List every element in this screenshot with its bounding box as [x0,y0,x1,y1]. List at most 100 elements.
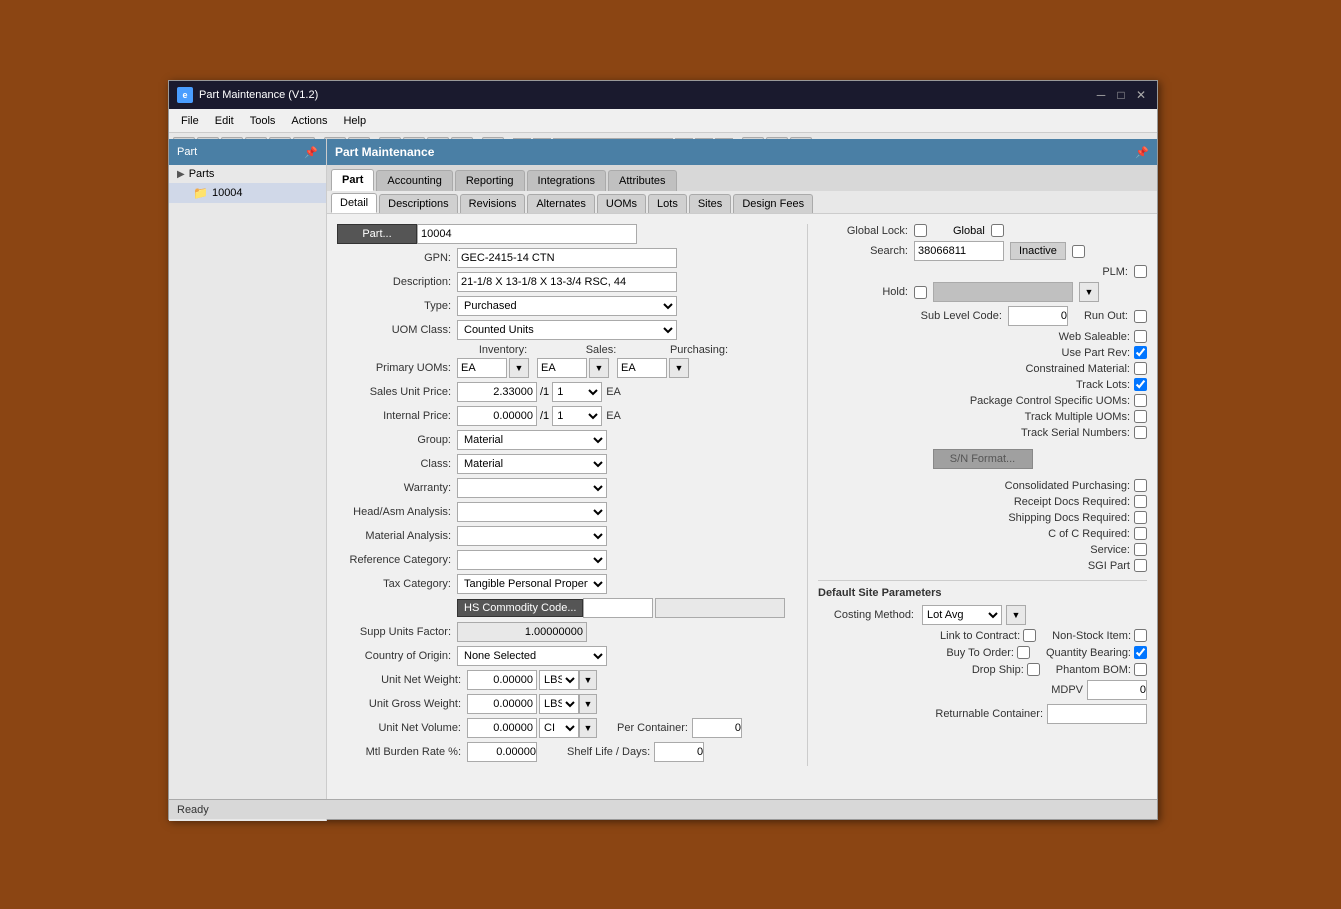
mtl-burden-input[interactable] [467,742,537,762]
tab-reporting[interactable]: Reporting [455,170,525,191]
head-asm-select[interactable] [457,502,607,522]
sub-tab-uoms[interactable]: UOMs [597,194,646,213]
sgi-part-checkbox[interactable] [1134,559,1147,572]
uom-inventory-input[interactable] [457,358,507,378]
unit-gross-weight-input[interactable] [467,694,537,714]
part-input[interactable] [417,224,637,244]
sub-tab-lots[interactable]: Lots [648,194,687,213]
package-control-checkbox[interactable] [1134,394,1147,407]
mdpv-input[interactable] [1087,680,1147,700]
sn-format-button[interactable]: S/N Format... [933,449,1033,469]
unit-net-volume-dropdown[interactable]: ▼ [579,718,597,738]
unit-net-weight-input[interactable] [467,670,537,690]
consolidated-purchasing-checkbox[interactable] [1134,479,1147,492]
shelf-life-input[interactable] [654,742,704,762]
search-row: Search: Inactive [818,241,1147,261]
global-checkbox[interactable] [991,224,1004,237]
inactive-checkbox[interactable] [1072,245,1085,258]
tab-accounting[interactable]: Accounting [376,170,452,191]
maximize-button[interactable]: □ [1113,87,1129,103]
inactive-button[interactable]: Inactive [1010,242,1066,260]
description-input[interactable] [457,272,677,292]
shipping-docs-checkbox[interactable] [1134,511,1147,524]
group-select[interactable]: Material [457,430,607,450]
sub-tab-design-fees[interactable]: Design Fees [733,194,813,213]
costing-method-select[interactable]: Lot Avg [922,605,1002,625]
menu-edit[interactable]: Edit [207,113,242,129]
hold-checkbox[interactable] [914,286,927,299]
drop-ship-checkbox[interactable] [1027,663,1040,676]
non-stock-checkbox[interactable] [1134,629,1147,642]
unit-gross-weight-dropdown[interactable]: ▼ [579,694,597,714]
sales-unit-select[interactable]: 1 [552,382,602,402]
run-out-checkbox[interactable] [1134,310,1147,323]
web-saleable-checkbox[interactable] [1134,330,1147,343]
tax-category-select[interactable]: Tangible Personal Property [457,574,607,594]
track-serial-checkbox[interactable] [1134,426,1147,439]
menu-help[interactable]: Help [335,113,374,129]
unit-net-weight-dropdown[interactable]: ▼ [579,670,597,690]
track-multiple-checkbox[interactable] [1134,410,1147,423]
sidebar-item-parts[interactable]: ▶ Parts [169,165,326,183]
sidebar-item-10004[interactable]: 📁 10004 [169,183,326,203]
hs-commodity-button[interactable]: HS Commodity Code... [457,599,583,617]
shelf-life-label: Shelf Life / Days: [567,746,650,758]
tab-part[interactable]: Part [331,169,374,191]
link-to-contract-checkbox[interactable] [1023,629,1036,642]
class-select[interactable]: Material [457,454,607,474]
per-container-input[interactable] [692,718,742,738]
uom-class-select[interactable]: Counted Units [457,320,677,340]
drop-ship-label: Drop Ship: [972,664,1024,676]
unit-net-weight-unit[interactable]: LBS [539,670,579,690]
sub-tab-sites[interactable]: Sites [689,194,731,213]
uom-purchasing-dropdown[interactable]: ▼ [669,358,689,378]
reference-category-select[interactable] [457,550,607,570]
sub-tab-revisions[interactable]: Revisions [460,194,526,213]
internal-price-input[interactable] [457,406,537,426]
hold-dropdown[interactable]: ▼ [1079,282,1099,302]
gpn-input[interactable] [457,248,677,268]
sub-level-input[interactable] [1008,306,1068,326]
material-analysis-select[interactable] [457,526,607,546]
track-lots-checkbox[interactable] [1134,378,1147,391]
buy-qty-row: Buy To Order: Quantity Bearing: [818,646,1147,659]
hs-code-input[interactable] [583,598,653,618]
country-origin-select[interactable]: None Selected [457,646,607,666]
uom-inventory-dropdown[interactable]: ▼ [509,358,529,378]
sub-tab-detail[interactable]: Detail [331,193,377,213]
warranty-select[interactable] [457,478,607,498]
costing-method-dropdown[interactable]: ▼ [1006,605,1026,625]
service-checkbox[interactable] [1134,543,1147,556]
quantity-bearing-checkbox[interactable] [1134,646,1147,659]
plm-checkbox[interactable] [1134,265,1147,278]
unit-net-volume-unit[interactable]: CI [539,718,579,738]
header-pin-icon[interactable]: 📌 [1135,146,1149,159]
uom-purchasing-input[interactable] [617,358,667,378]
uom-sales-input[interactable] [537,358,587,378]
buy-to-order-checkbox[interactable] [1017,646,1030,659]
sub-tab-descriptions[interactable]: Descriptions [379,194,458,213]
search-input[interactable] [914,241,1004,261]
use-part-rev-checkbox[interactable] [1134,346,1147,359]
sales-price-input[interactable] [457,382,537,402]
minimize-button[interactable]: ─ [1093,87,1109,103]
receipt-docs-checkbox[interactable] [1134,495,1147,508]
coc-required-checkbox[interactable] [1134,527,1147,540]
returnable-container-input[interactable] [1047,704,1147,724]
constrained-material-checkbox[interactable] [1134,362,1147,375]
type-select[interactable]: Purchased [457,296,677,316]
unit-gross-weight-unit[interactable]: LBS [539,694,579,714]
menu-actions[interactable]: Actions [283,113,335,129]
menu-file[interactable]: File [173,113,207,129]
tab-attributes[interactable]: Attributes [608,170,676,191]
unit-net-volume-input[interactable] [467,718,537,738]
menu-tools[interactable]: Tools [242,113,284,129]
part-button[interactable]: Part... [337,224,417,244]
close-button[interactable]: ✕ [1133,87,1149,103]
global-lock-checkbox[interactable] [914,224,927,237]
sub-tab-alternates[interactable]: Alternates [527,194,595,213]
tab-integrations[interactable]: Integrations [527,170,606,191]
phantom-bom-checkbox[interactable] [1134,663,1147,676]
uom-sales-dropdown[interactable]: ▼ [589,358,609,378]
internal-unit-select[interactable]: 1 [552,406,602,426]
